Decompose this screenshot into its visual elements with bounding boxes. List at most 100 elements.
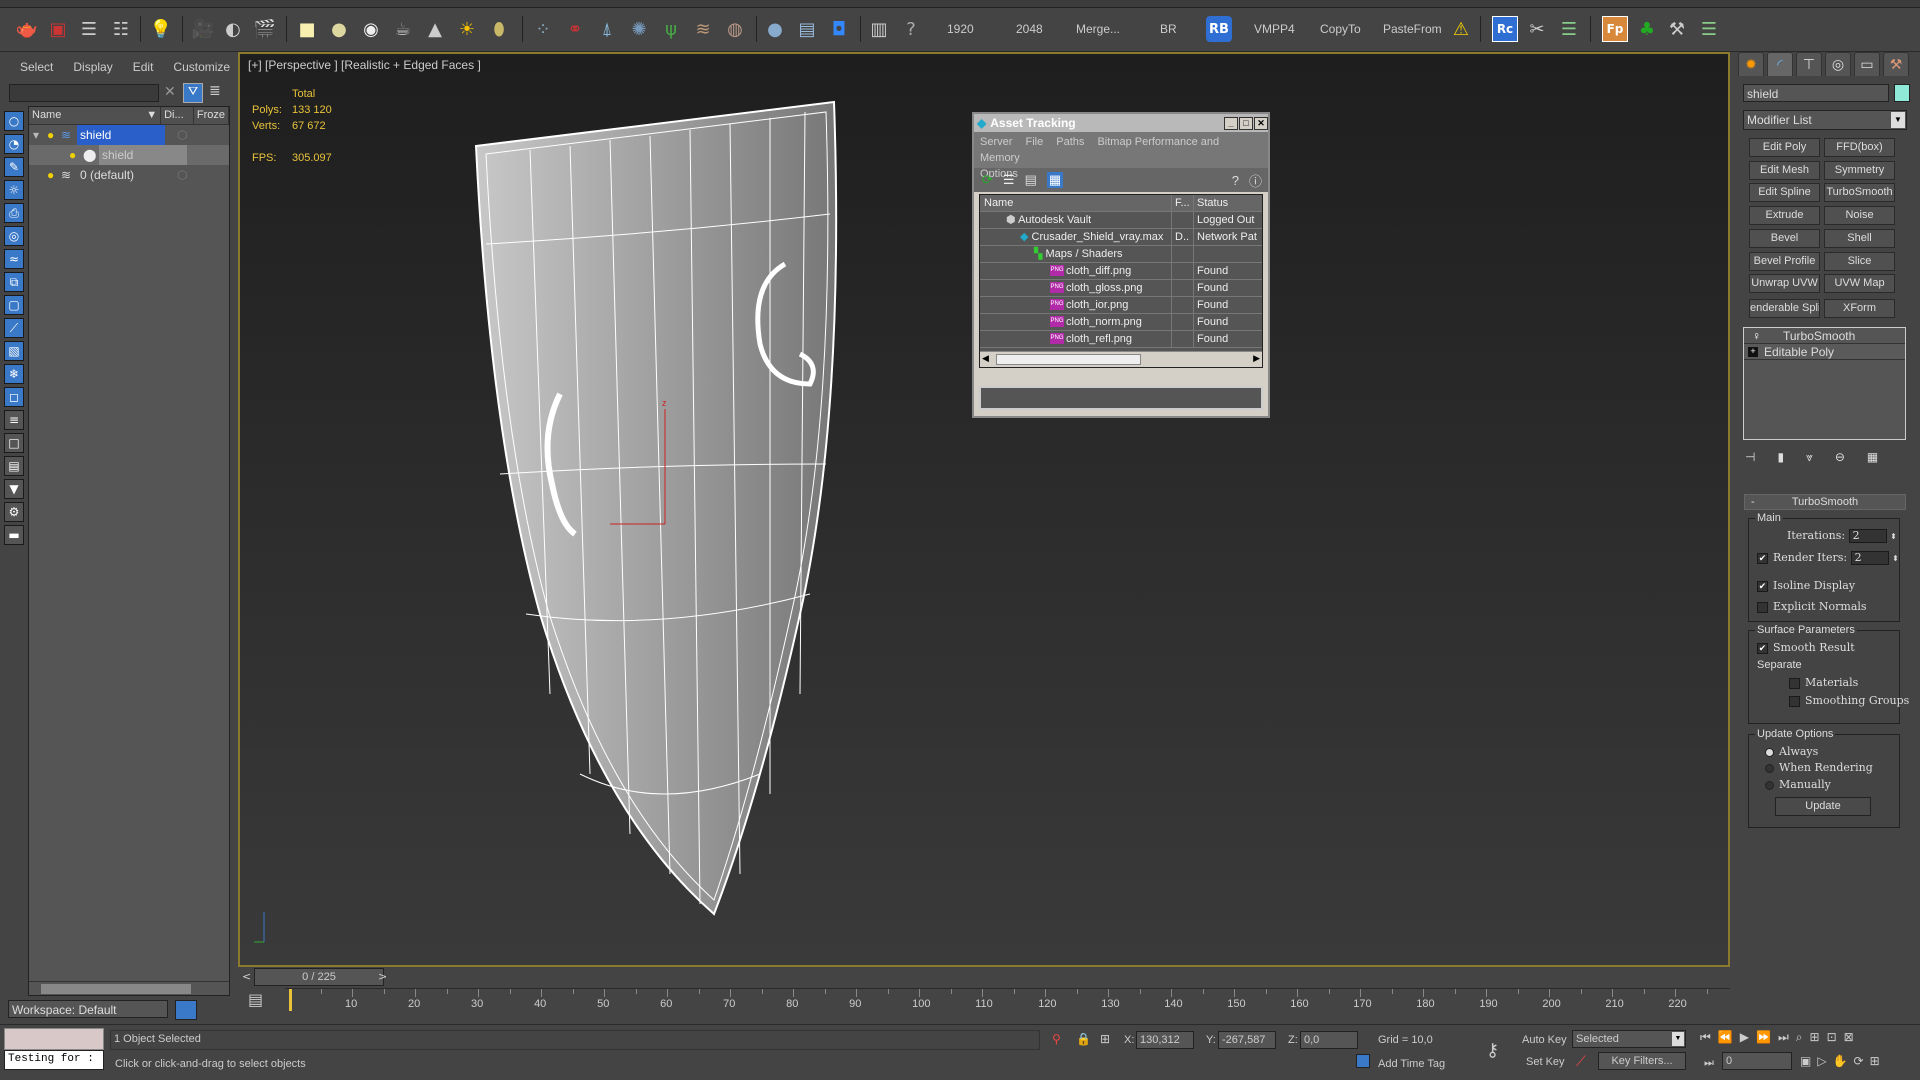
isolate-selection-icon[interactable]: ⚲ (1052, 1032, 1061, 1046)
layer-manager-icon[interactable] (175, 1000, 197, 1020)
time-slider-thumb[interactable]: 0 / 225 (254, 968, 384, 986)
column-name[interactable]: Name ▼ (29, 107, 162, 124)
time-tag-icon[interactable] (1356, 1054, 1370, 1068)
zoom-extents-icon[interactable]: ⊡ (1827, 1030, 1837, 1050)
scene-search-input[interactable] (9, 84, 159, 102)
copyto-button[interactable]: CopyTo (1320, 22, 1361, 36)
filter-icon[interactable]: ⛛ (183, 83, 203, 103)
particle-icon[interactable]: ⁘ (530, 16, 556, 42)
menu-bitmap-performance[interactable]: Bitmap Performance and Memory (980, 136, 1219, 164)
asset-row[interactable]: ▚ Maps / Shaders (980, 245, 1262, 263)
current-frame-marker[interactable] (289, 989, 292, 1011)
modifier-edit-poly-button[interactable]: Edit Poly (1749, 138, 1820, 157)
display-tab-icon[interactable]: ▭ (1854, 52, 1880, 76)
table-view-icon[interactable]: ▦ (1046, 172, 1064, 188)
object-name-field[interactable]: shield (1743, 84, 1889, 102)
tools-icon[interactable]: ✂ (1524, 16, 1550, 42)
go-to-start-icon[interactable]: ⏮ (1700, 1030, 1711, 1050)
scene-converter-icon[interactable]: ▥ (866, 16, 892, 42)
sun-icon[interactable]: ☀ (454, 16, 480, 42)
remove-modifier-icon[interactable]: ⊖ (1835, 450, 1845, 468)
expand-plus-icon[interactable]: + (1748, 346, 1758, 357)
track-bar[interactable]: 10 20 30 40 50 60 70 80 90 100 110 120 130 140 150 160 1… (285, 988, 1730, 1012)
spinner-arrows-icon[interactable]: ⬍ (1892, 554, 1899, 563)
radio-icon[interactable] (1765, 747, 1774, 757)
key-mode-icon[interactable]: ⟋ (1576, 1054, 1586, 1070)
scrollbar-thumb[interactable] (996, 354, 1141, 365)
maximize-viewport-icon[interactable]: ⊞ (1870, 1054, 1880, 1072)
mini-curve-editor-icon[interactable]: ▤ (248, 990, 263, 1009)
asset-row[interactable]: PNG cloth_refl.png Found (980, 330, 1262, 348)
minimize-button[interactable]: _ (1224, 116, 1238, 130)
time-slider[interactable]: < 0 / 225 > (238, 968, 1730, 986)
vmpp4-button[interactable]: VMPP4 (1254, 22, 1295, 36)
camera-sequencer-icon[interactable]: ◐ (220, 16, 246, 42)
update-when-rendering-radio[interactable]: When Rendering (1765, 761, 1873, 774)
hierarchy-tab-icon[interactable]: ⊤ (1796, 52, 1822, 76)
smooth-result-row[interactable]: ✔ Smooth Result (1757, 641, 1855, 654)
geometry-filter-icon[interactable]: ◔ (4, 134, 24, 154)
modifier-turbosmooth-button[interactable]: TurboSmooth (1824, 183, 1895, 202)
menu-edit[interactable]: Edit (133, 60, 154, 78)
help-icon[interactable]: ? (898, 16, 924, 42)
tree-view-icon[interactable]: ▤ (1025, 172, 1037, 188)
merge-button[interactable]: Merge... (1076, 22, 1120, 36)
workspace-dropdown[interactable]: Workspace: Default (8, 1000, 168, 1018)
asset-row[interactable]: PNG cloth_norm.png Found (980, 313, 1262, 331)
key-mode-dropdown[interactable]: Selected ▼ (1572, 1030, 1686, 1048)
set-key-label[interactable]: Set Key (1526, 1056, 1565, 1068)
show-end-result-icon[interactable]: ▮ (1777, 450, 1784, 468)
asset-row[interactable]: PNG cloth_diff.png Found (980, 262, 1262, 280)
dome-light-icon[interactable]: ● (326, 16, 352, 42)
x-coordinate-field[interactable]: 130,312 (1136, 1031, 1194, 1049)
layer-filter-icon[interactable]: ≣ (209, 83, 221, 99)
light-bulb-icon[interactable]: ♀ (1752, 329, 1761, 343)
utilities-tab-icon[interactable]: ⚒ (1883, 52, 1909, 76)
refresh-icon[interactable]: ⟳ (982, 172, 993, 188)
light-lister-icon[interactable]: 💡 (148, 16, 174, 42)
fp-button[interactable]: Fp (1602, 16, 1628, 42)
menu-display[interactable]: Display (73, 60, 112, 78)
column-display[interactable]: Di... (161, 107, 194, 124)
none-filter-icon[interactable]: □ (4, 433, 24, 453)
modifier-slice-button[interactable]: Slice (1824, 252, 1895, 271)
modifier-bevel-button[interactable]: Bevel (1749, 229, 1820, 248)
list-icon-2[interactable]: ☰ (1696, 16, 1722, 42)
maximize-button[interactable]: □ (1239, 116, 1253, 130)
list-view-icon[interactable]: ☰ (1003, 172, 1015, 188)
expand-icon[interactable]: ▾ (33, 128, 47, 142)
camera-icon[interactable]: 🎥 (190, 16, 216, 42)
lock-selection-icon[interactable]: 🔒 (1076, 1032, 1091, 1046)
asset-horizontal-scrollbar[interactable]: ◀ ▶ (980, 351, 1262, 367)
clear-search-icon[interactable]: ✕ (164, 84, 176, 100)
next-frame-icon[interactable]: ⏩ (1756, 1030, 1771, 1050)
render-iters-spinner[interactable]: 2 (1850, 551, 1889, 565)
cameras-filter-icon[interactable]: ⎙ (4, 203, 24, 223)
materials-row[interactable]: Materials (1789, 676, 1858, 689)
modifier-bevel-profile-button[interactable]: Bevel Profile (1749, 252, 1820, 271)
funnel-icon[interactable]: ▼ (4, 479, 24, 499)
explicit-normals-row[interactable]: Explicit Normals (1757, 600, 1867, 613)
warning-icon[interactable]: ⚠ (1448, 16, 1474, 42)
horizontal-scrollbar[interactable] (29, 981, 229, 995)
play-icon[interactable]: ▶ (1740, 1030, 1749, 1050)
maxscript-mini-listener-input[interactable]: Testing for : (4, 1050, 104, 1070)
teapot-icon[interactable]: 🫖 (14, 16, 40, 42)
help-icon[interactable]: ? (1232, 173, 1239, 188)
absolute-mode-icon[interactable]: ⊞ (1100, 1032, 1110, 1046)
bones-filter-icon[interactable]: ⟋ (4, 318, 24, 338)
prev-frame-icon[interactable]: < (242, 970, 251, 983)
zoom-all-icon[interactable]: ⊞ (1810, 1030, 1820, 1050)
time-config-icon[interactable]: ▣ (1800, 1054, 1811, 1072)
material-browser-icon[interactable]: ▤ (794, 16, 820, 42)
set-key-icon[interactable]: ⚷ (1486, 1040, 1499, 1061)
ies-light-icon[interactable]: ⬮ (486, 16, 512, 42)
shield-surface[interactable] (474, 100, 838, 916)
smoothing-groups-row[interactable]: Smoothing Groups (1789, 694, 1909, 707)
menu-select[interactable]: Select (20, 60, 53, 78)
render-iters-checkbox[interactable]: ✔ (1757, 552, 1768, 564)
update-button[interactable]: Update (1775, 797, 1871, 816)
rc-button[interactable]: Rc (1492, 16, 1518, 42)
groups-filter-icon[interactable]: ⧉ (4, 272, 24, 292)
all-filter-icon[interactable]: ≡ (4, 410, 24, 430)
